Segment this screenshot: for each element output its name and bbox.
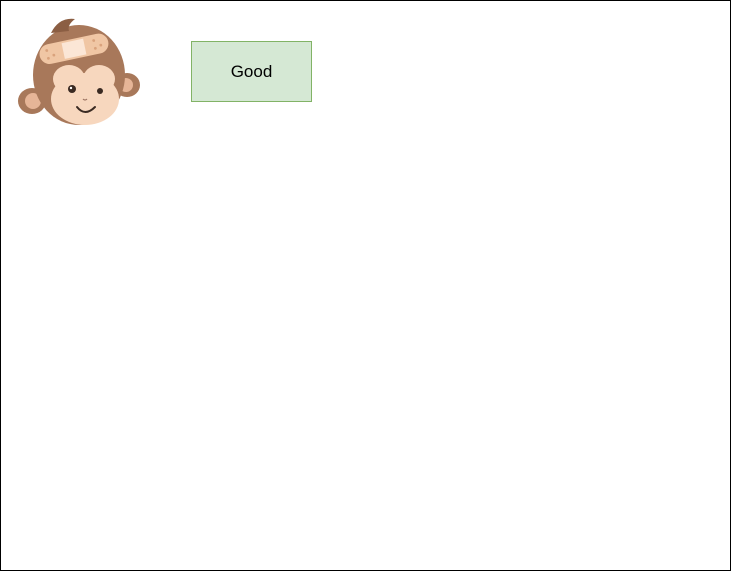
good-box-label: Good: [230, 61, 273, 81]
bandaged-monkey-icon: [18, 18, 140, 125]
diagram-canvas: Good: [0, 0, 731, 571]
good-box: Good: [191, 41, 312, 102]
